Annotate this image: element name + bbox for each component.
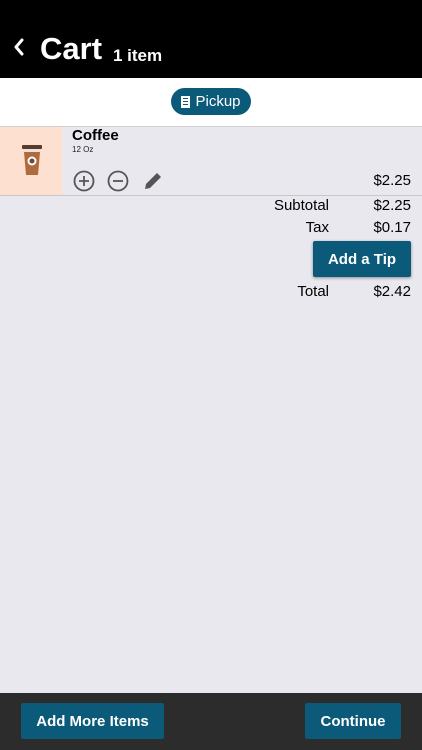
- tax-label: Tax: [305, 219, 329, 236]
- subtotal-label: Subtotal: [273, 197, 329, 214]
- add-tip-button[interactable]: Add a Tip: [313, 241, 411, 277]
- footer-bar: Add More Items Continue: [0, 693, 422, 750]
- building-icon: [181, 95, 191, 108]
- add-more-items-button[interactable]: Add More Items: [21, 703, 164, 739]
- item-thumbnail: [0, 127, 62, 195]
- total-label: Total: [297, 283, 329, 300]
- item-name: Coffee: [72, 127, 119, 144]
- back-chevron-icon[interactable]: [10, 36, 28, 58]
- page-title: Cart: [40, 31, 103, 66]
- pickup-button[interactable]: Pickup: [171, 88, 251, 115]
- order-mode-bar: Pickup: [0, 78, 422, 127]
- minus-circle-icon[interactable]: [107, 170, 129, 192]
- coffee-cup-icon: [22, 145, 42, 175]
- item-price: $2.25: [373, 172, 411, 189]
- cart-item: Coffee 12 Oz $2.25: [0, 127, 422, 196]
- item-size: 12 Oz: [72, 145, 94, 154]
- header-bar: Cart 1 item: [0, 0, 422, 78]
- continue-button[interactable]: Continue: [305, 703, 401, 739]
- subtotal-value: $2.25: [373, 197, 411, 214]
- total-value: $2.42: [373, 283, 411, 300]
- item-count: 1 item: [113, 46, 163, 65]
- pencil-icon[interactable]: [142, 170, 164, 192]
- plus-circle-icon[interactable]: [73, 170, 95, 192]
- pickup-label: Pickup: [195, 93, 241, 110]
- tax-value: $0.17: [373, 219, 411, 236]
